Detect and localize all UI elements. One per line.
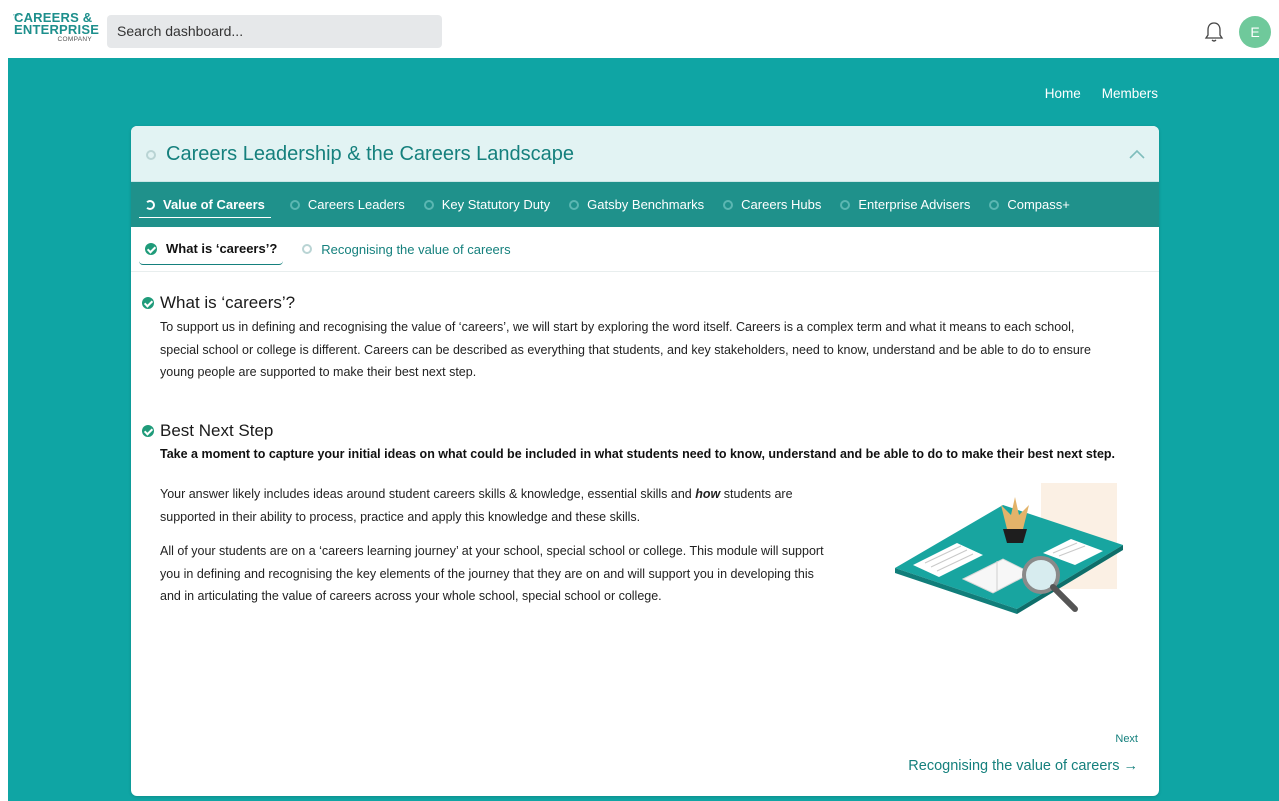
tab-label: Enterprise Advisers	[858, 197, 971, 212]
tab-label: Key Statutory Duty	[441, 197, 551, 212]
logo-line-3: COMPANY	[57, 36, 92, 43]
subtab-what-is-careers[interactable]: What is ‘careers’?	[139, 233, 284, 265]
module-title: Careers Leadership & the Careers Landsca…	[166, 143, 575, 165]
subtab-recognising-value[interactable]: Recognising the value of careers	[296, 233, 516, 265]
section-2-paragraph-1: Your answer likely includes ideas around…	[160, 483, 793, 528]
check-circle-icon	[142, 425, 154, 437]
search-input[interactable]	[107, 15, 442, 48]
avatar[interactable]: E	[1239, 16, 1271, 48]
tab-careers-hubs[interactable]: Careers Hubs	[723, 182, 821, 227]
progress-ring-icon	[302, 244, 313, 254]
chevron-up-icon[interactable]	[1129, 148, 1145, 160]
tab-gatsby-benchmarks[interactable]: Gatsby Benchmarks	[569, 182, 704, 227]
subtab-label: Recognising the value of careers	[321, 241, 511, 257]
tab-label: Careers Leaders	[307, 197, 405, 212]
section-title-best-next-step: Best Next Step	[142, 421, 273, 441]
logo-the: THE	[13, 13, 19, 17]
module-header[interactable]: Careers Leadership & the Careers Landsca…	[131, 126, 1159, 182]
next-label: Next	[1115, 733, 1138, 745]
paragraph-line: All of your students are on a ‘careers l…	[160, 544, 824, 558]
tab-progress-icon	[723, 199, 734, 210]
section-2-paragraph-2: All of your students are on a ‘careers l…	[160, 540, 824, 608]
tab-progress-icon	[989, 199, 1000, 210]
subtab-label: What is ‘careers’?	[166, 241, 278, 256]
tab-compass-plus[interactable]: Compass+	[989, 182, 1070, 227]
paragraph-line: you in defining and recognising the key …	[160, 566, 814, 581]
nav-home-link[interactable]: Home	[1045, 86, 1081, 101]
text-run: Your answer likely includes ideas around…	[160, 487, 696, 501]
top-nav: Home Members	[1045, 86, 1158, 101]
prompt-text: Take a moment to capture your initial id…	[160, 447, 1115, 461]
tab-enterprise-advisers[interactable]: Enterprise Advisers	[840, 182, 970, 227]
module-card: Careers Leadership & the Careers Landsca…	[131, 126, 1159, 796]
tab-label: Gatsby Benchmarks	[587, 197, 705, 212]
paragraph-line: and in articulating the value of careers…	[160, 589, 662, 603]
paragraph-line: Your answer likely includes ideas around…	[160, 483, 793, 506]
emphasis-text: how	[695, 487, 721, 501]
check-circle-icon	[142, 297, 154, 309]
tab-progress-icon	[289, 199, 300, 210]
check-circle-icon	[145, 242, 157, 255]
tab-value-of-careers[interactable]: Value of Careers	[139, 182, 271, 227]
tab-key-statutory-duty[interactable]: Key Statutory Duty	[423, 182, 551, 227]
company-logo[interactable]: THE CAREERS & ENTERPRISE COMPANY	[13, 11, 100, 48]
tab-label: Value of Careers	[163, 197, 265, 212]
text-run: students are	[720, 487, 793, 501]
section-1-paragraph: To support us in defining and recognisin…	[160, 316, 1091, 384]
tab-progress-icon	[840, 199, 851, 210]
tab-label: Careers Hubs	[741, 197, 822, 212]
section-title-text: What is ‘careers’?	[160, 293, 296, 312]
tab-progress-icon	[423, 199, 434, 210]
module-tabs: Value of Careers Careers Leaders Key Sta…	[131, 182, 1159, 227]
tab-progress-icon	[145, 199, 155, 210]
paragraph-line: young people are supported to make their…	[160, 365, 477, 379]
tab-careers-leaders[interactable]: Careers Leaders	[289, 182, 405, 227]
bell-icon[interactable]	[1204, 21, 1224, 43]
logo-line-2: ENTERPRISE	[14, 22, 100, 37]
progress-ring-icon	[146, 150, 156, 160]
section-title-text: Best Next Step	[160, 421, 274, 440]
tab-progress-icon	[569, 199, 580, 210]
top-bar: THE CAREERS & ENTERPRISE COMPANY E	[0, 0, 1279, 58]
nav-members-link[interactable]: Members	[1102, 86, 1158, 101]
section-title-what-is-careers: What is ‘careers’?	[142, 293, 295, 313]
paragraph-line: To support us in defining and recognisin…	[160, 320, 1075, 334]
tab-label: Compass+	[1007, 197, 1070, 212]
paragraph-line: supported in their ability to process, p…	[160, 509, 641, 524]
paragraph-line: special school or college is different. …	[160, 342, 1091, 357]
sub-tabs: What is ‘careers’? Recognising the value…	[131, 227, 1159, 272]
desk-illustration	[895, 483, 1123, 614]
next-section-link[interactable]: Recognising the value of careers →	[908, 758, 1138, 774]
